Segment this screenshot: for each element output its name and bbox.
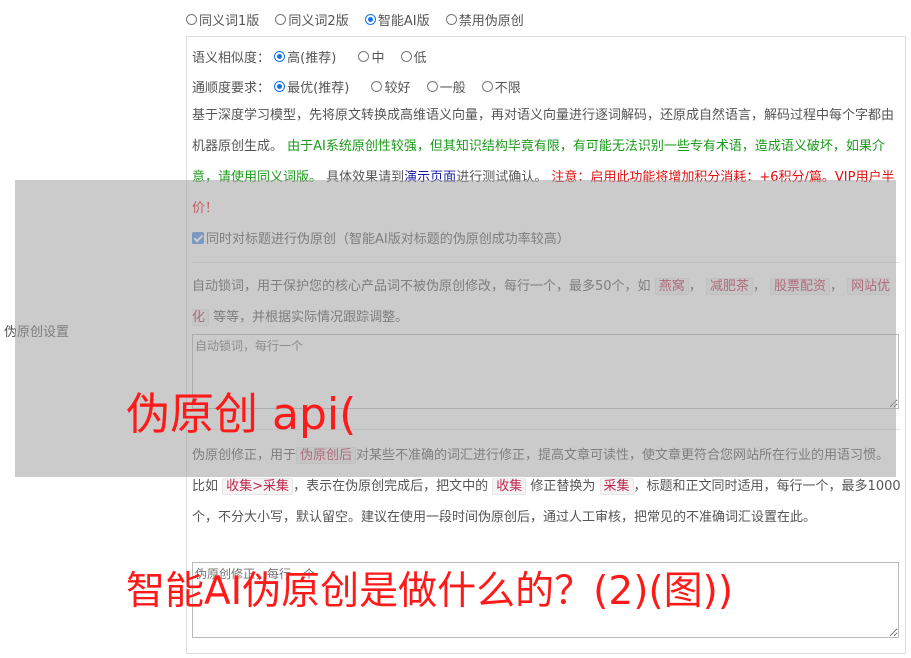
mode-option-synonym-1[interactable]: 同义词1版 [186, 10, 259, 29]
fluency-row: 通顺度要求： 最优(推荐) 较好 一般 不限 [192, 77, 533, 96]
radio-icon [481, 81, 493, 92]
radio-icon [358, 51, 370, 62]
example-tag: 采集 [599, 478, 634, 495]
radio-icon [445, 14, 457, 25]
example-tag: 股票配资 [770, 278, 831, 295]
example-tag: 减肥茶 [705, 278, 753, 295]
mode-radio-group: 同义词1版 同义词2版 智能AI版 禁用伪原创 [186, 10, 536, 29]
ai-description: 基于深度学习模型，先将原文转换成高维语义向量，再对语义向量进行逐词解码，还原成自… [192, 108, 895, 216]
overlay-title-2: 智能AI伪原创是做什么的？(2)(图)) [126, 569, 734, 614]
divider [192, 262, 900, 263]
demo-page-link[interactable]: 演示页面 [404, 170, 456, 185]
lock-words-description: 自动锁词，用于保护您的核心产品词不被伪原创修改，每行一个，最多50个，如 燕窝，… [192, 278, 891, 326]
similarity-row: 语义相似度： 高(推荐) 中 低 [192, 47, 439, 66]
example-tag: 收集 [492, 478, 527, 495]
similarity-option-high[interactable]: 高(推荐) [274, 47, 336, 66]
similarity-option-medium[interactable]: 中 [358, 47, 384, 66]
similarity-label: 语义相似度： [192, 51, 271, 66]
title-checkbox-row[interactable]: 同时对标题进行伪原创（智能AI版对标题的伪原创成功率较高） [192, 228, 570, 247]
radio-selected-icon [364, 14, 376, 25]
radio-icon [186, 14, 197, 25]
mode-option-disable[interactable]: 禁用伪原创 [445, 10, 524, 29]
example-tag: 燕窝 [654, 278, 689, 295]
example-tag: 伪原创后 [296, 447, 357, 464]
radio-icon [371, 81, 383, 92]
fluency-option-best[interactable]: 最优(推荐) [274, 77, 349, 96]
fluency-label: 通顺度要求： [192, 81, 271, 96]
example-tag: 收集>采集 [222, 478, 294, 495]
fluency-option-unlimited[interactable]: 不限 [481, 77, 521, 96]
similarity-option-low[interactable]: 低 [400, 47, 427, 66]
checkbox-checked-icon[interactable] [192, 232, 204, 244]
title-checkbox-label: 同时对标题进行伪原创（智能AI版对标题的伪原创成功率较高） [206, 232, 570, 247]
fluency-option-good[interactable]: 较好 [371, 77, 410, 96]
radio-selected-icon [274, 81, 286, 92]
overlay-title-1: 伪原创 api( [126, 389, 357, 440]
radio-icon [275, 14, 287, 25]
radio-icon [400, 51, 412, 62]
fluency-option-normal[interactable]: 一般 [426, 77, 466, 96]
radio-icon [426, 81, 438, 92]
radio-selected-icon [274, 51, 286, 62]
mode-option-ai[interactable]: 智能AI版 [364, 10, 430, 29]
correction-description: 伪原创修正，用于 伪原创后 对某些不准确的词汇进行修正，提高文章可读性，使文章更符合… [192, 447, 901, 525]
mode-option-synonym-2[interactable]: 同义词2版 [275, 10, 349, 29]
section-label: 伪原创设置 [4, 325, 70, 340]
